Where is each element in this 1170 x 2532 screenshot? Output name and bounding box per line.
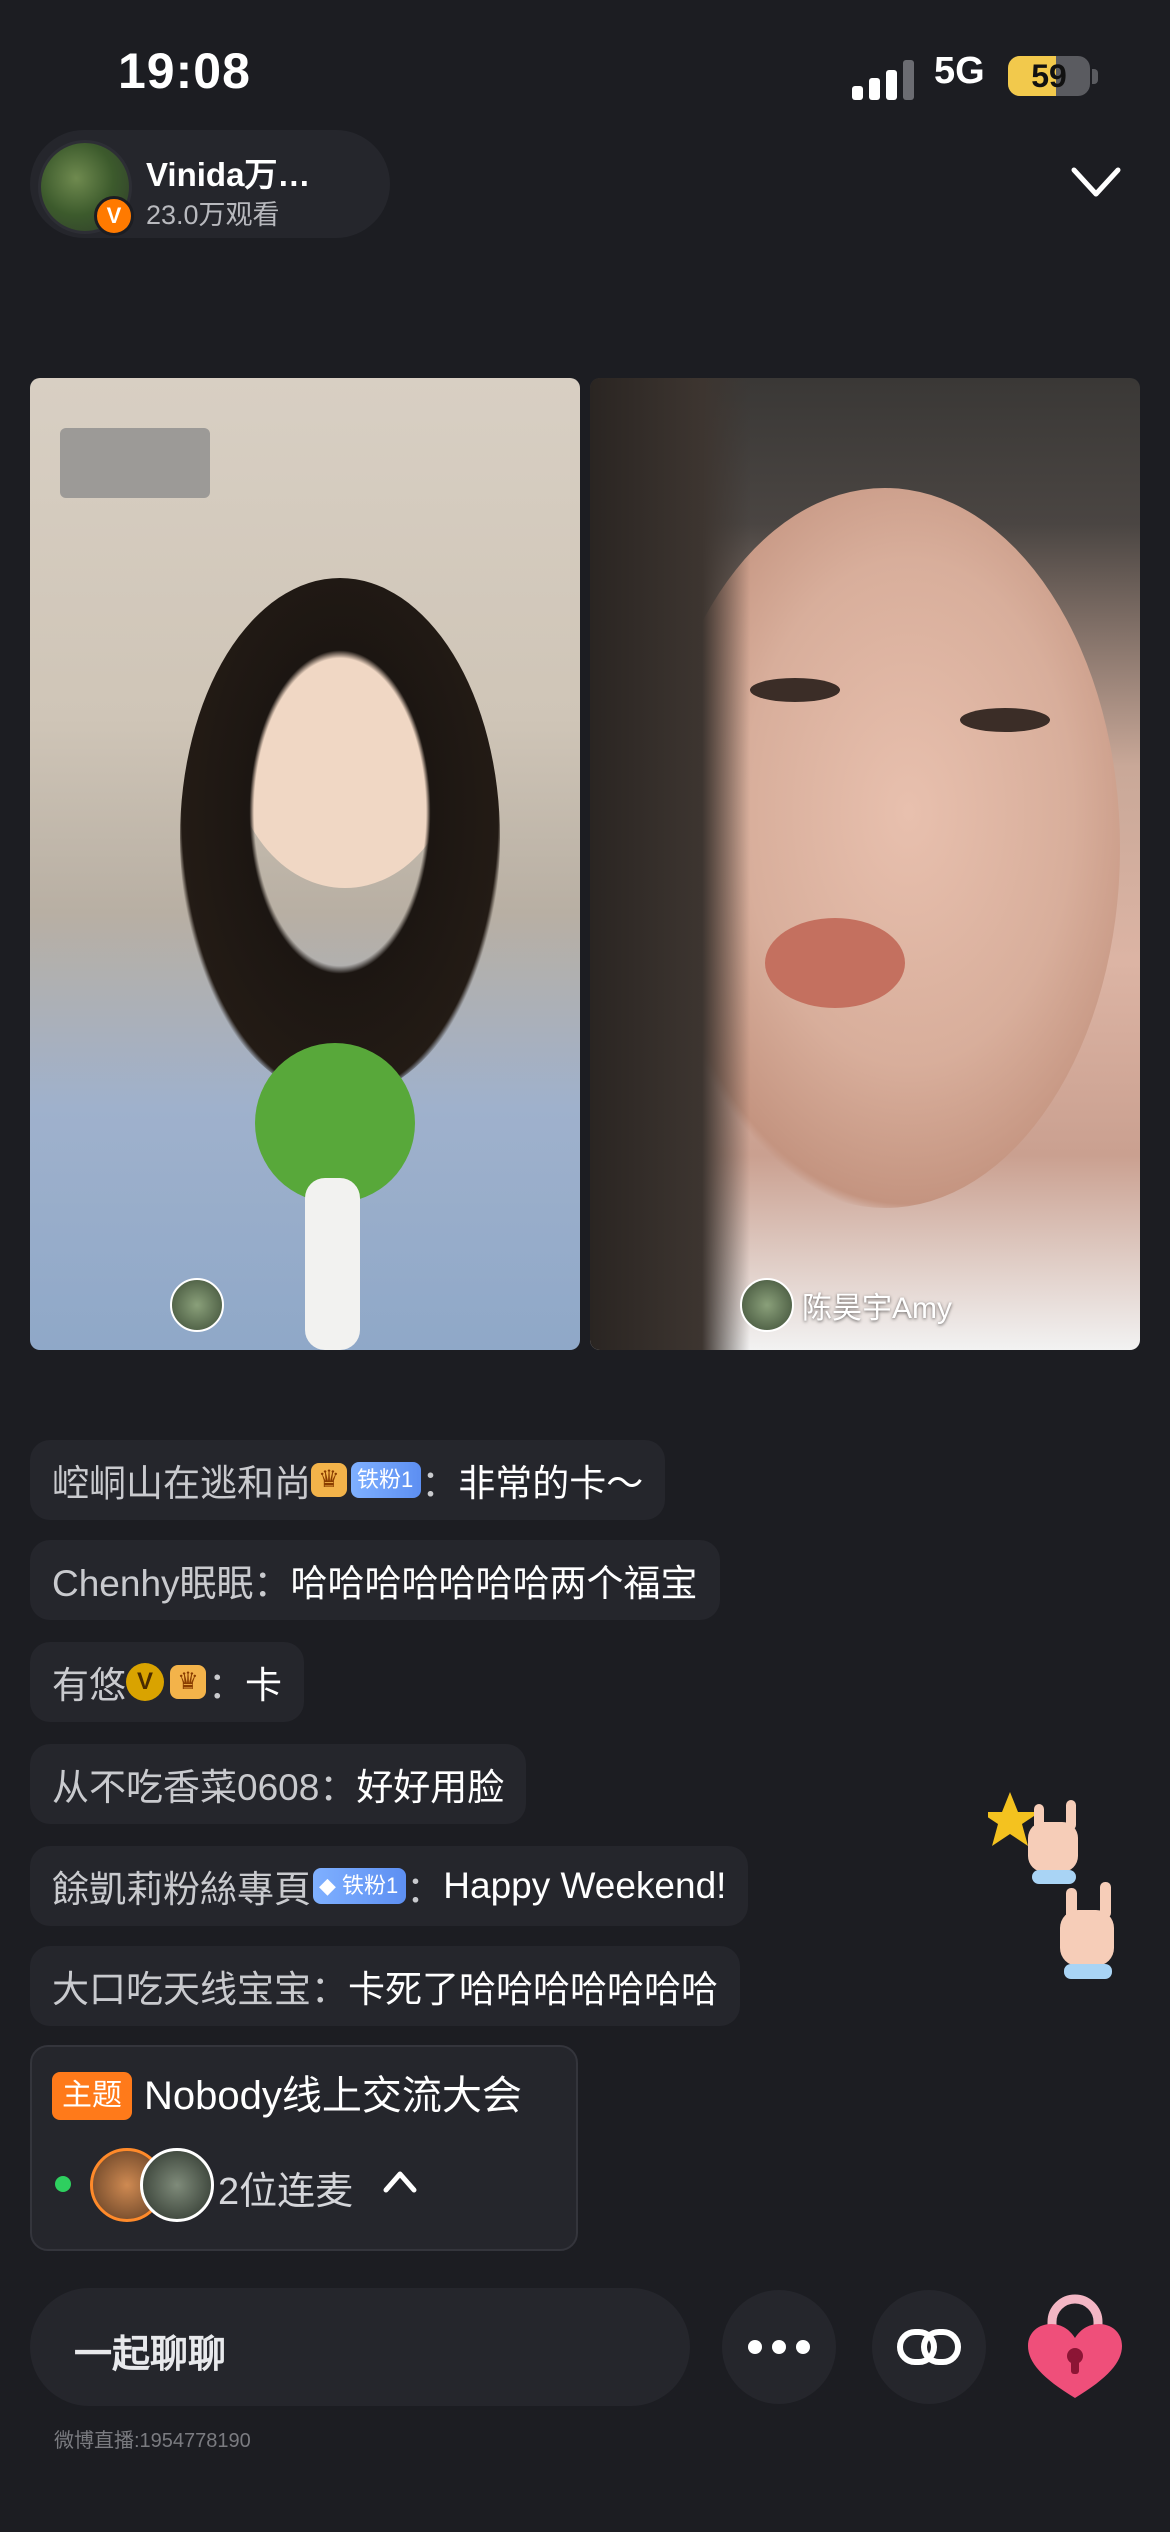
live-indicator-icon bbox=[55, 2176, 71, 2192]
lock-button[interactable] bbox=[1018, 2290, 1132, 2404]
guest-tile-label: 陈昊宇Amy bbox=[802, 1292, 952, 1325]
verified-badge-icon: V bbox=[94, 196, 134, 236]
chevron-down-icon[interactable] bbox=[1070, 164, 1122, 200]
viewer-count: 23.0万观看 bbox=[146, 200, 280, 230]
host-tile-caption bbox=[170, 1278, 232, 1332]
crown-badge-icon: ♛ bbox=[170, 1665, 206, 1699]
comment-item[interactable]: 有悠 V ♛ ： 卡 bbox=[30, 1642, 304, 1722]
fan-badge-label: 铁粉1 bbox=[342, 1873, 399, 1898]
co-host-avatar[interactable] bbox=[140, 2148, 214, 2222]
comment-message: 卡 bbox=[245, 1665, 282, 1706]
guest-tile-caption: 陈昊宇Amy bbox=[740, 1278, 952, 1332]
comment-user[interactable]: 餘凱莉粉絲專頁 bbox=[52, 1859, 311, 1913]
video-tile-host[interactable] bbox=[30, 378, 580, 1350]
comment-user[interactable]: 崆峒山在逃和尚 bbox=[52, 1453, 311, 1507]
comment-separator: ： bbox=[253, 1563, 291, 1604]
more-dots-icon bbox=[748, 2340, 810, 2354]
comment-separator: ： bbox=[208, 1665, 245, 1706]
comment-message: 好好用脸 bbox=[356, 1767, 505, 1808]
co-host-count[interactable]: 2位连麦 bbox=[218, 2160, 353, 2215]
video-tile-guest[interactable]: 陈昊宇Amy bbox=[590, 378, 1140, 1350]
comment-message: 卡死了哈哈哈哈哈哈哈 bbox=[348, 1969, 718, 2010]
battery-level: 59 bbox=[1031, 58, 1067, 94]
live-room-id: 微博直播:1954778190 bbox=[54, 2430, 251, 2452]
comment-separator: ： bbox=[311, 1969, 348, 2010]
comment-message: 哈哈哈哈哈哈哈两个福宝 bbox=[290, 1563, 698, 1604]
link-button[interactable] bbox=[872, 2290, 986, 2404]
battery-icon: 59 bbox=[1008, 56, 1090, 96]
more-button[interactable] bbox=[722, 2290, 836, 2404]
rock-hand-emoji-icon bbox=[988, 1792, 1114, 1979]
topic-tag: 主题 bbox=[52, 2072, 132, 2120]
host-name[interactable]: Vinida万… bbox=[146, 148, 310, 196]
guest-tile-avatar bbox=[740, 1278, 794, 1332]
crown-badge-icon: ♛ bbox=[311, 1463, 347, 1497]
comment-message: 非常的卡～ bbox=[458, 1463, 644, 1504]
comment-user[interactable]: 从不吃香菜0608 bbox=[52, 1757, 319, 1811]
comment-separator: ： bbox=[319, 1767, 357, 1808]
comment-item[interactable]: Chenhy眠眠 ： 哈哈哈哈哈哈哈两个福宝 bbox=[30, 1540, 720, 1620]
network-type: 5G bbox=[934, 50, 985, 92]
comment-item[interactable]: 崆峒山在逃和尚 ♛ 铁粉1 ： 非常的卡～ bbox=[30, 1440, 666, 1520]
heart-lock-icon bbox=[1028, 2294, 1122, 2398]
battery-tip bbox=[1092, 69, 1098, 84]
comment-message: Happy Weekend! bbox=[443, 1865, 727, 1906]
comment-separator: ： bbox=[406, 1869, 444, 1910]
diamond-fan-badge: ◆ 铁粉1 bbox=[313, 1868, 407, 1904]
comment-item[interactable]: 从不吃香菜0608 ： 好好用脸 bbox=[30, 1744, 527, 1824]
comment-user[interactable]: 有悠 bbox=[52, 1655, 126, 1709]
v-badge-icon: V bbox=[126, 1663, 164, 1701]
topic-title[interactable]: Nobody线上交流大会 bbox=[144, 2072, 522, 2120]
chevron-up-icon[interactable] bbox=[382, 2168, 418, 2194]
link-icon bbox=[897, 2329, 961, 2365]
cellular-signal-icon bbox=[852, 56, 918, 100]
comment-separator: ： bbox=[421, 1463, 459, 1504]
status-time: 19:08 bbox=[118, 43, 251, 99]
comment-user[interactable]: 大口吃天线宝宝 bbox=[52, 1959, 311, 2013]
fan-badge: 铁粉1 bbox=[351, 1462, 422, 1498]
comment-item[interactable]: 餘凱莉粉絲專頁 ◆ 铁粉1 ： Happy Weekend! bbox=[30, 1846, 749, 1926]
host-tile-avatar bbox=[170, 1278, 224, 1332]
comment-item[interactable]: 大口吃天线宝宝 ： 卡死了哈哈哈哈哈哈哈 bbox=[30, 1946, 740, 2026]
comment-user[interactable]: Chenhy眠眠 bbox=[52, 1553, 254, 1607]
chat-input-placeholder: 一起聊聊 bbox=[74, 2334, 227, 2376]
